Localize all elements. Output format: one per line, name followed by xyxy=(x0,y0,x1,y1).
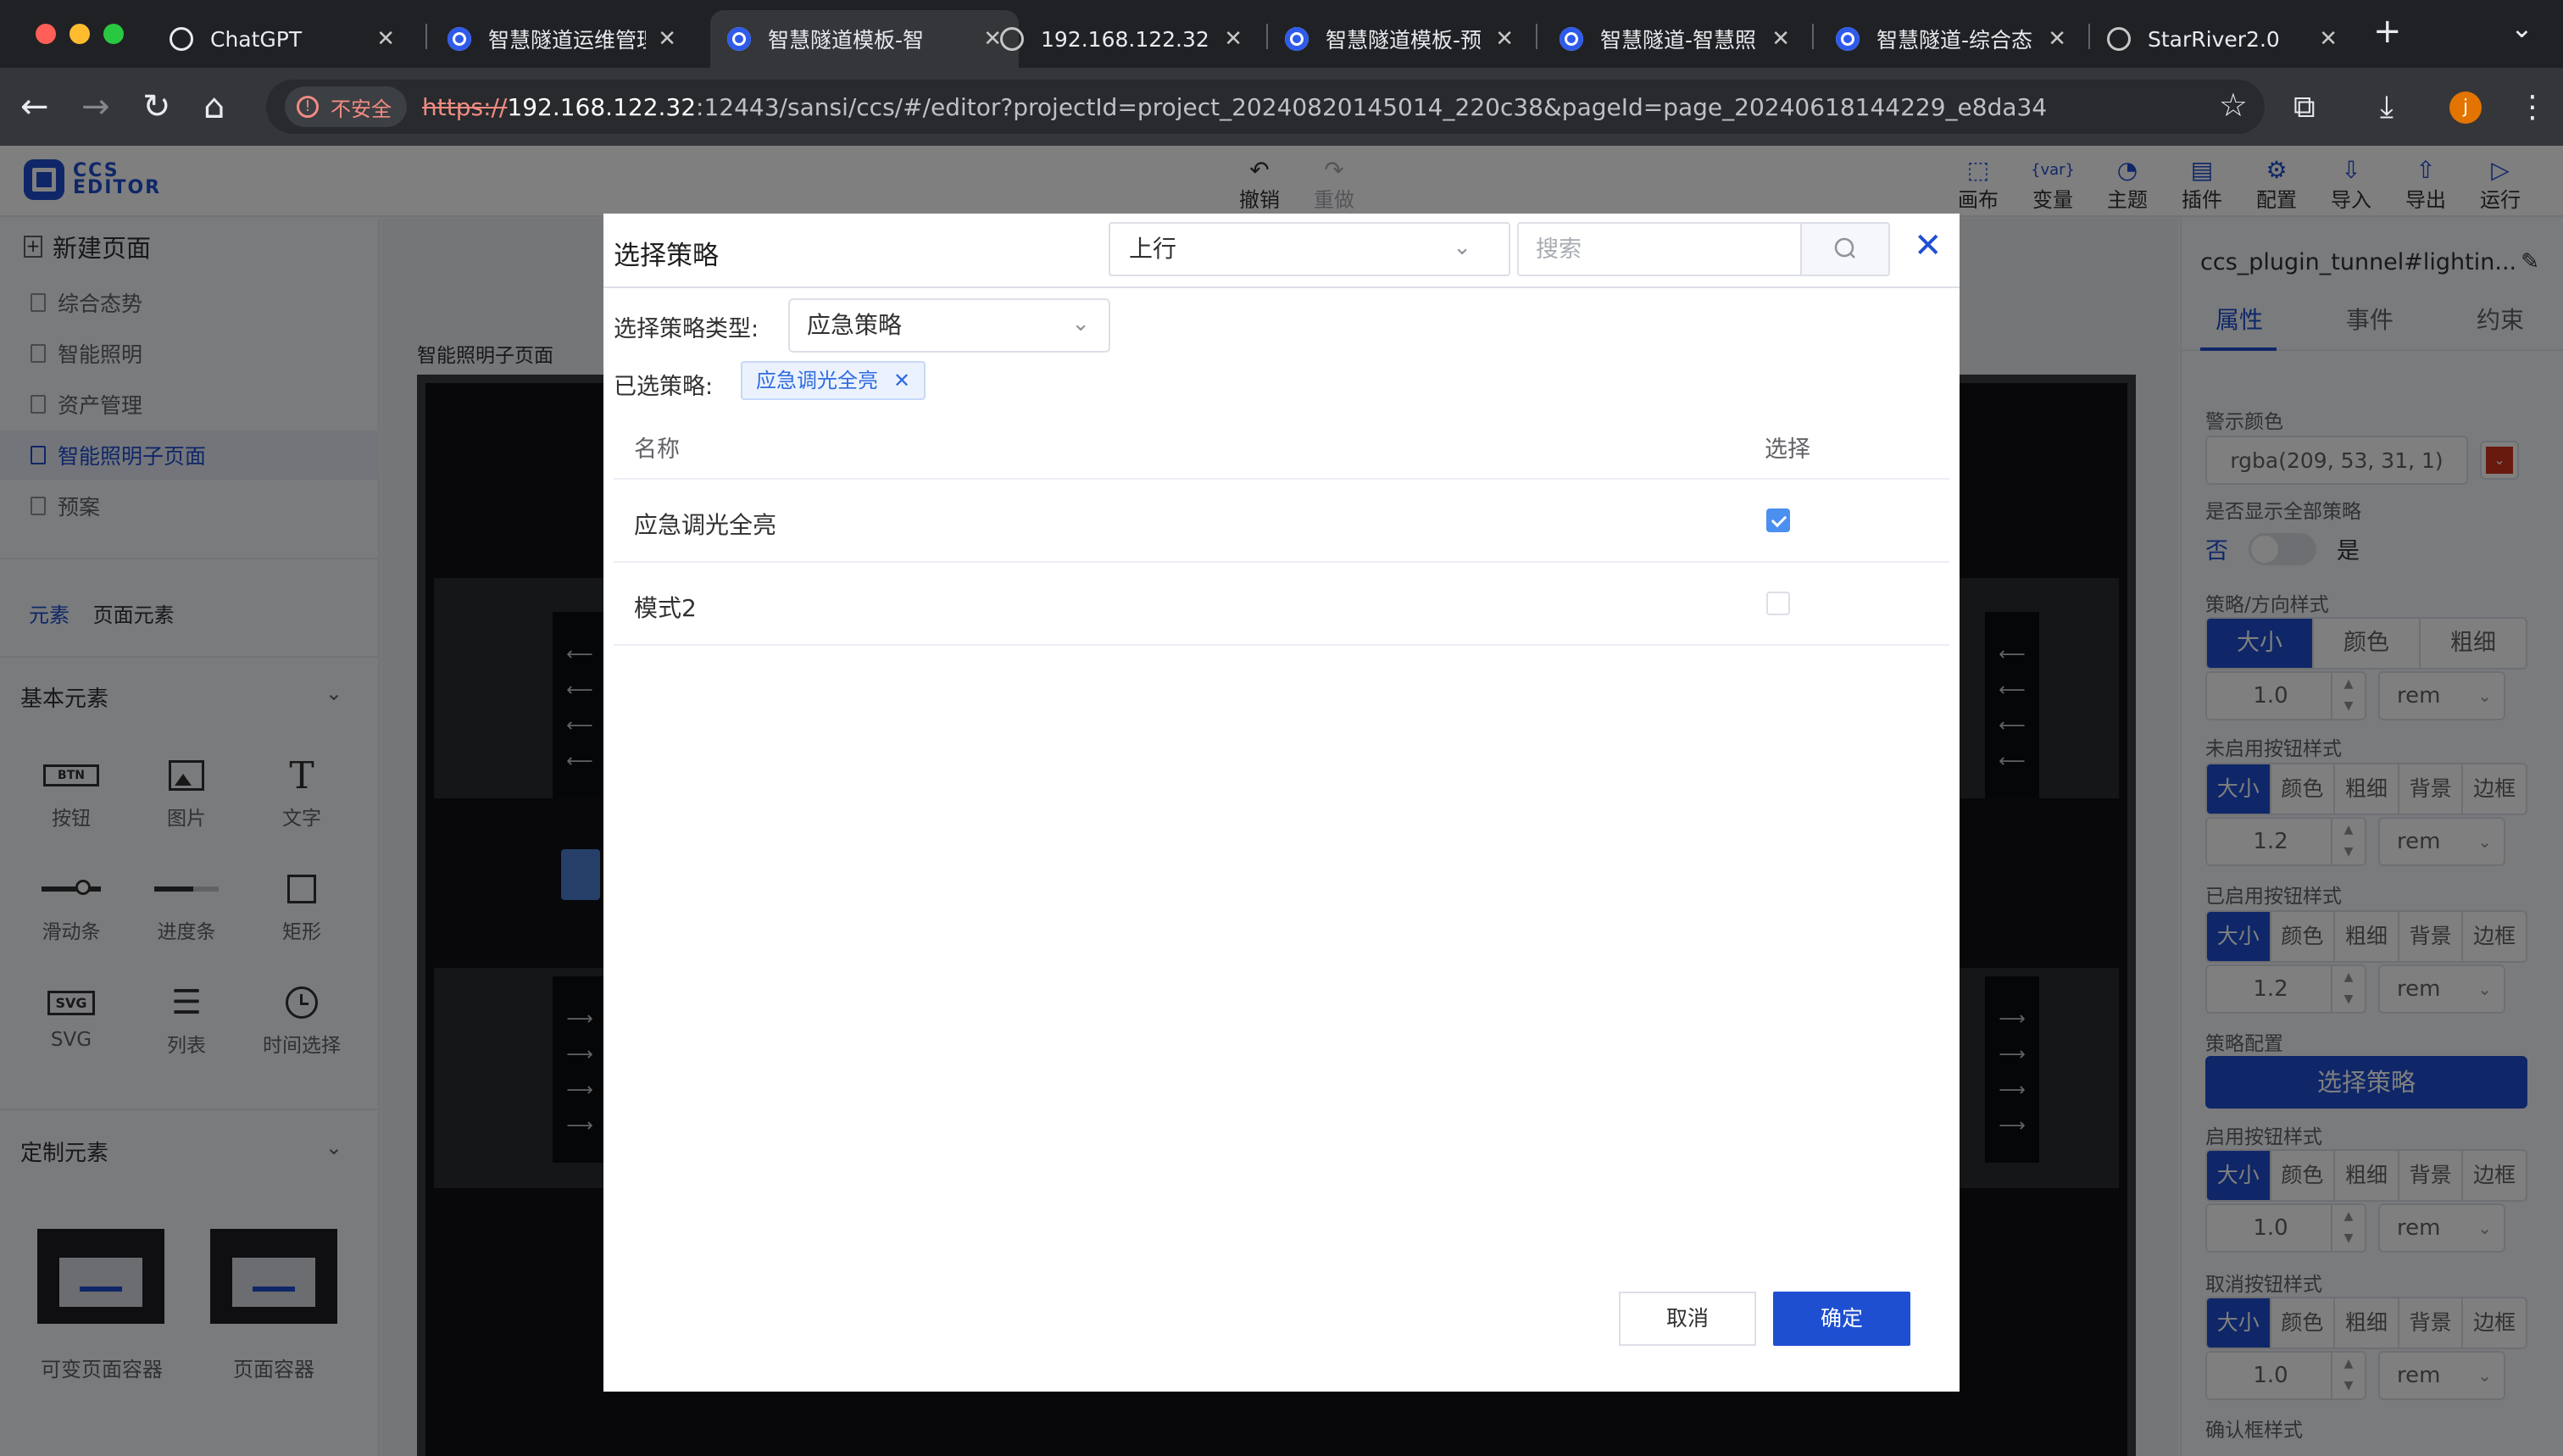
url-scheme: https:// xyxy=(422,92,508,121)
app-icon xyxy=(727,27,751,51)
row-checkbox-checked[interactable] xyxy=(1766,508,1790,532)
confirm-button[interactable]: 确定 xyxy=(1773,1292,1910,1346)
tab-close-icon[interactable]: ✕ xyxy=(376,26,395,52)
close-icon[interactable]: ✕ xyxy=(1914,227,1943,264)
maximize-window-button[interactable] xyxy=(103,24,124,44)
avatar[interactable]: j xyxy=(2449,92,2482,124)
dialog-title: 选择策略 xyxy=(614,241,719,271)
browser-tab[interactable]: 智慧隧道模板-预 ✕ xyxy=(1268,10,1531,68)
table-header-divider xyxy=(614,478,1949,480)
chevron-down-icon: ⌄ xyxy=(1453,235,1471,260)
tab-title: 智慧隧道-智慧照 xyxy=(1600,28,1757,53)
strategy-type-select[interactable]: 应急策略 ⌄ xyxy=(788,298,1110,353)
app-icon xyxy=(1285,27,1309,51)
browser-tab-bar: ChatGPT ✕ 智慧隧道运维管理 ✕ 智慧隧道模板-智 ✕ 192.168.… xyxy=(0,0,2563,68)
back-arrow-icon[interactable]: ← xyxy=(20,86,49,127)
select-strategy-dialog: 选择策略 上行 ⌄ ✕ 选择策略类型: 应急策略 ⌄ 已选策略: 应急调光全亮 ✕… xyxy=(603,214,1960,1392)
dialog-header-divider xyxy=(603,286,1960,288)
tab-close-icon[interactable]: ✕ xyxy=(1771,26,1790,52)
tab-title: 智慧隧道运维管理 xyxy=(488,28,647,53)
selected-strategies-label: 已选策略: xyxy=(614,374,714,400)
tab-close-icon[interactable]: ✕ xyxy=(658,26,676,52)
tab-close-icon[interactable]: ✕ xyxy=(1224,26,1243,52)
table-row-divider xyxy=(614,561,1949,563)
search-input[interactable] xyxy=(1519,224,1831,275)
tab-close-icon[interactable]: ✕ xyxy=(2048,26,2066,52)
browser-tab[interactable]: 智慧隧道运维管理 ✕ xyxy=(431,10,693,68)
warning-icon: ! xyxy=(297,96,319,118)
column-header-name: 名称 xyxy=(634,436,680,463)
browser-tab-active[interactable]: 智慧隧道模板-智 ✕ xyxy=(710,10,1019,68)
download-icon[interactable]: ⤓ xyxy=(2380,90,2393,125)
tab-separator xyxy=(425,24,427,49)
bookmark-star-icon[interactable]: ☆ xyxy=(2219,86,2248,124)
tab-title: 192.168.122.32 xyxy=(1041,26,1209,52)
tab-title: 智慧隧道模板-智 xyxy=(768,28,925,53)
close-window-button[interactable] xyxy=(36,24,56,44)
row-checkbox[interactable] xyxy=(1766,592,1790,615)
browser-tab[interactable]: 智慧隧道-智慧照 ✕ xyxy=(1543,10,1807,68)
minimize-window-button[interactable] xyxy=(69,24,90,44)
tab-title: StarRiver2.0 xyxy=(2148,26,2280,52)
app-icon xyxy=(448,27,471,51)
tab-close-icon[interactable]: ✕ xyxy=(2319,26,2338,52)
tab-search-chevron-icon[interactable]: ⌄ xyxy=(2510,12,2533,44)
strategy-type-label: 选择策略类型: xyxy=(614,316,759,342)
chevron-down-icon: ⌄ xyxy=(1071,311,1090,336)
tab-separator xyxy=(1536,24,1537,49)
tab-title: 智慧隧道-综合态 xyxy=(1876,28,2033,53)
reload-icon[interactable]: ↻ xyxy=(142,86,171,127)
browser-toolbar: ← → ↻ ⌂ ! 不安全 https://192.168.122.32:124… xyxy=(0,68,2563,146)
search-icon xyxy=(1834,237,1855,258)
browser-tab[interactable]: ChatGPT ✕ xyxy=(153,10,412,68)
forward-arrow-icon[interactable]: → xyxy=(81,86,110,127)
tab-title: 智慧隧道模板-预 xyxy=(1326,28,1482,53)
strategy-search xyxy=(1517,222,1890,276)
url-path: :12443/sansi/ccs/#/editor?projectId=proj… xyxy=(696,92,2048,121)
app-icon xyxy=(1836,27,1860,51)
home-icon[interactable]: ⌂ xyxy=(203,86,225,127)
browser-tab[interactable]: StarRiver2.0 ✕ xyxy=(2090,10,2355,68)
address-bar[interactable]: ! 不安全 https://192.168.122.32:12443/sansi… xyxy=(266,80,2265,134)
browser-tab[interactable]: 智慧隧道-综合态 ✕ xyxy=(1819,10,2083,68)
tab-separator xyxy=(1812,24,1814,49)
openai-icon xyxy=(170,27,193,51)
app-icon xyxy=(1559,27,1583,51)
strategy-type-value: 应急策略 xyxy=(807,311,903,339)
security-indicator[interactable]: ! 不安全 xyxy=(285,86,407,127)
search-button[interactable] xyxy=(1800,224,1888,275)
close-icon[interactable]: ✕ xyxy=(893,369,910,392)
globe-icon xyxy=(2107,27,2131,51)
tag-label: 应急调光全亮 xyxy=(756,369,878,392)
new-tab-button[interactable]: + xyxy=(2373,12,2402,51)
direction-select[interactable]: 上行 ⌄ xyxy=(1109,222,1510,276)
direction-value: 上行 xyxy=(1129,235,1177,263)
globe-icon xyxy=(1000,27,1024,51)
table-row-name: 模式2 xyxy=(634,594,697,622)
selected-strategy-tag: 应急调光全亮 ✕ xyxy=(741,361,926,400)
tab-title: ChatGPT xyxy=(210,26,303,52)
extensions-icon[interactable]: ⧉ xyxy=(2293,90,2316,125)
table-row-name: 应急调光全亮 xyxy=(634,511,777,539)
cancel-button[interactable]: 取消 xyxy=(1619,1292,1756,1346)
url-host: 192.168.122.32 xyxy=(507,92,697,121)
browser-menu-icon[interactable]: ⋮ xyxy=(2517,90,2548,125)
url-text[interactable]: https://192.168.122.32:12443/sansi/ccs/#… xyxy=(422,93,2047,121)
security-label: 不安全 xyxy=(331,97,392,121)
table-row-divider xyxy=(614,644,1949,646)
browser-tab[interactable]: 192.168.122.32 ✕ xyxy=(983,10,1259,68)
column-header-select: 选择 xyxy=(1765,436,1810,463)
tab-close-icon[interactable]: ✕ xyxy=(1495,26,1514,52)
